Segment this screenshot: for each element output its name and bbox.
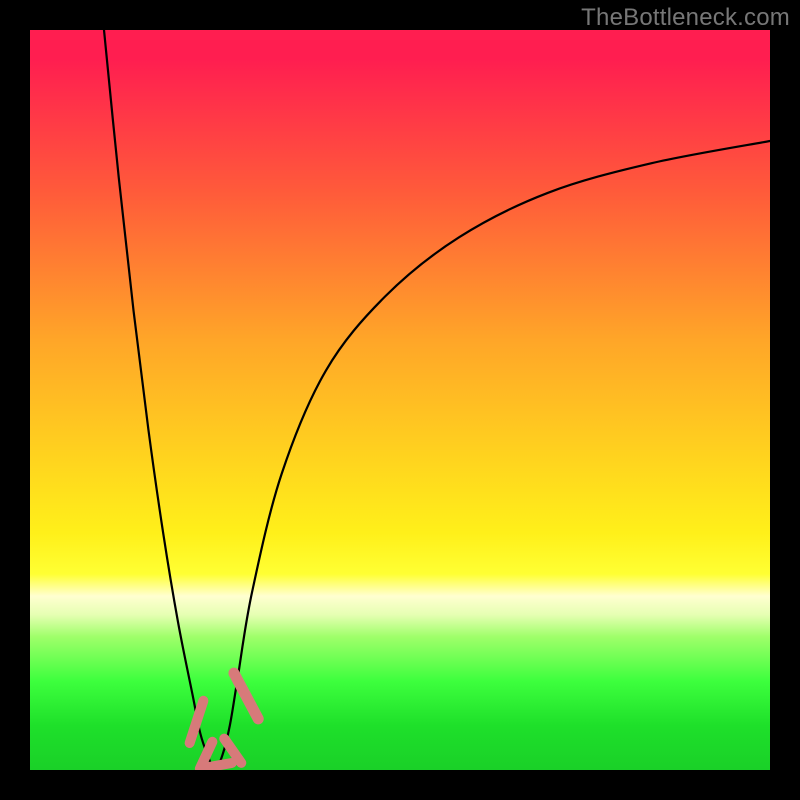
valley-marker (234, 673, 258, 719)
bottleneck-curve (30, 30, 770, 770)
attribution-text: TheBottleneck.com (581, 4, 790, 32)
plot-gradient-area (30, 30, 770, 770)
valley-marker (203, 763, 232, 768)
chart-container: TheBottleneck.com (0, 0, 800, 800)
